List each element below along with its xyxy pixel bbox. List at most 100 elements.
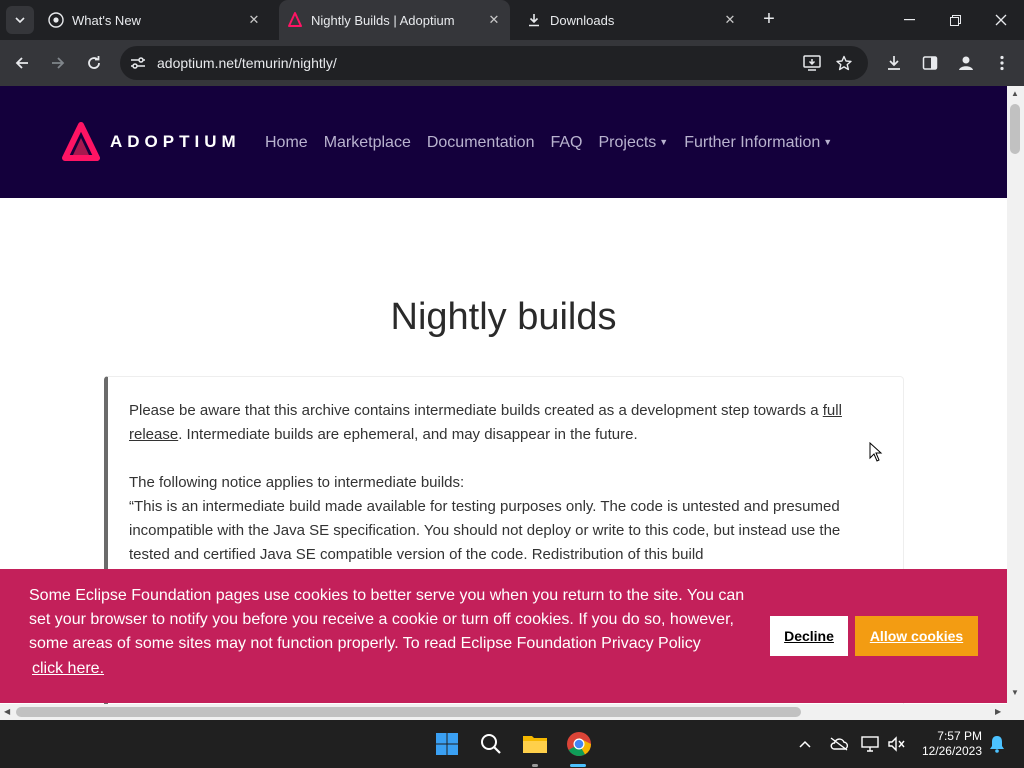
nav-faq[interactable]: FAQ <box>550 134 582 152</box>
web-page: ADOPTIUM Home Marketplace Documentation … <box>0 86 1007 718</box>
arrow-left-icon <box>15 57 28 69</box>
adoptium-logo-icon <box>62 122 100 161</box>
side-panel-button[interactable] <box>918 51 942 75</box>
windows-logo-icon <box>436 733 458 755</box>
start-button[interactable] <box>433 730 461 758</box>
tab-title: Downloads <box>550 12 615 28</box>
chrome-menu-button[interactable] <box>990 51 1014 75</box>
forward-button[interactable] <box>46 51 70 75</box>
decline-cookies-button[interactable]: Decline <box>770 616 848 656</box>
minimize-icon <box>903 19 915 21</box>
download-icon <box>888 56 900 70</box>
logo-text: ADOPTIUM <box>110 132 241 151</box>
more-vert-icon <box>1000 55 1004 71</box>
downloads-button[interactable] <box>882 51 906 75</box>
close-tab-icon[interactable]: ✕ <box>484 10 504 30</box>
arrow-right-icon <box>52 57 65 69</box>
scroll-right-icon[interactable]: ▶ <box>995 707 1001 716</box>
horizontal-scrollbar[interactable]: ◀ ▶ <box>0 704 1024 720</box>
chrome-icon <box>48 12 64 28</box>
nav-documentation[interactable]: Documentation <box>427 134 535 152</box>
minimize-button[interactable] <box>886 0 932 40</box>
network-icon <box>861 736 879 752</box>
vertical-scroll-thumb[interactable] <box>1010 104 1020 154</box>
caret-down-icon: ▼ <box>659 137 669 147</box>
adoptium-logo[interactable]: ADOPTIUM <box>62 122 241 162</box>
reload-icon <box>88 56 100 69</box>
chevron-up-icon <box>799 740 811 748</box>
tab-downloads[interactable]: Downloads ✕ <box>520 0 746 40</box>
restore-button[interactable] <box>932 0 978 40</box>
side-panel-icon <box>922 56 938 70</box>
nav-home[interactable]: Home <box>265 134 308 152</box>
cloud-off-icon <box>830 737 849 751</box>
show-hidden-icons-button[interactable] <box>792 730 818 758</box>
scroll-left-icon[interactable]: ◀ <box>4 707 10 716</box>
nav-marketplace[interactable]: Marketplace <box>324 134 411 152</box>
close-tab-icon[interactable]: ✕ <box>720 10 740 30</box>
notifications-button[interactable] <box>986 730 1008 758</box>
windows-taskbar: 7:57 PM 12/26/2023 <box>0 720 1024 768</box>
chrome-icon <box>567 732 591 757</box>
chrome-taskbar-button[interactable] <box>565 730 593 758</box>
address-bar[interactable]: adoptium.net/temurin/nightly/ <box>120 46 868 80</box>
network-button[interactable] <box>858 730 882 758</box>
browser-tab-bar: What's New ✕ Nightly Builds | Adoptium ✕… <box>0 0 1024 40</box>
tab-nightly-builds[interactable]: Nightly Builds | Adoptium ✕ <box>279 0 510 40</box>
browser-toolbar: adoptium.net/temurin/nightly/ <box>0 40 1024 86</box>
notice-quote: “This is an intermediate build made avai… <box>129 498 841 563</box>
onedrive-status-button[interactable] <box>826 730 852 758</box>
site-navbar: ADOPTIUM Home Marketplace Documentation … <box>0 86 1007 198</box>
reload-button[interactable] <box>82 51 106 75</box>
notice-paragraph-1: Please be aware that this archive contai… <box>129 399 883 447</box>
profile-button[interactable] <box>954 51 978 75</box>
allow-cookies-button[interactable]: Allow cookies <box>855 616 978 656</box>
scroll-down-icon[interactable]: ▼ <box>1011 688 1019 697</box>
search-icon <box>481 734 501 754</box>
tab-title: What's New <box>72 12 141 28</box>
caret-down-icon: ▼ <box>823 137 833 147</box>
volume-button[interactable] <box>884 730 908 758</box>
scroll-up-icon[interactable]: ▲ <box>1011 89 1019 98</box>
close-window-button[interactable] <box>978 0 1024 40</box>
close-tab-icon[interactable]: ✕ <box>244 10 264 30</box>
clock-date: 12/26/2023 <box>921 744 982 758</box>
active-indicator <box>570 764 586 767</box>
nav-further-information-dropdown[interactable]: Further Information ▼ <box>684 134 832 152</box>
adoptium-icon <box>287 12 303 28</box>
nav-further-information-label: Further Information <box>684 134 821 151</box>
file-explorer-button[interactable] <box>521 730 549 758</box>
install-app-icon[interactable] <box>800 51 824 75</box>
nav-projects-dropdown[interactable]: Projects ▼ <box>598 134 668 152</box>
tab-title: Nightly Builds | Adoptium <box>311 12 455 28</box>
back-button[interactable] <box>10 51 34 75</box>
search-button[interactable] <box>477 730 505 758</box>
privacy-policy-link[interactable]: click here. <box>32 660 104 678</box>
notice-text: . Intermediate builds are ephemeral, and… <box>178 426 638 443</box>
bookmark-star-icon[interactable] <box>832 51 856 75</box>
tab-whats-new[interactable]: What's New ✕ <box>44 0 274 40</box>
url-text: adoptium.net/temurin/nightly/ <box>157 55 337 71</box>
cookie-consent-banner: Some Eclipse Foundation pages use cookie… <box>0 569 1007 703</box>
notice-text: Please be aware that this archive contai… <box>129 402 823 419</box>
volume-muted-icon <box>888 736 905 752</box>
chevron-down-icon <box>15 17 25 23</box>
tab-search-button[interactable] <box>6 6 34 34</box>
mouse-cursor-icon <box>869 442 883 462</box>
page-title: Nightly builds <box>390 296 617 338</box>
profile-icon <box>959 56 973 70</box>
running-indicator <box>532 764 538 767</box>
restore-icon <box>949 14 961 26</box>
bell-icon <box>990 736 1004 753</box>
site-info-icon[interactable] <box>129 54 147 72</box>
horizontal-scroll-thumb[interactable] <box>16 707 801 717</box>
download-icon <box>526 12 542 28</box>
vertical-scrollbar[interactable]: ▲ ▼ <box>1007 86 1024 704</box>
taskbar-clock[interactable]: 7:57 PM 12/26/2023 <box>912 729 982 759</box>
notice-intro: The following notice applies to intermed… <box>129 474 465 491</box>
cookie-message: Some Eclipse Foundation pages use cookie… <box>29 587 745 652</box>
close-icon <box>995 14 1007 26</box>
site-nav-links: Home Marketplace Documentation FAQ Proje… <box>265 134 832 152</box>
new-tab-button[interactable]: + <box>758 9 780 31</box>
nav-projects-label: Projects <box>598 134 657 151</box>
